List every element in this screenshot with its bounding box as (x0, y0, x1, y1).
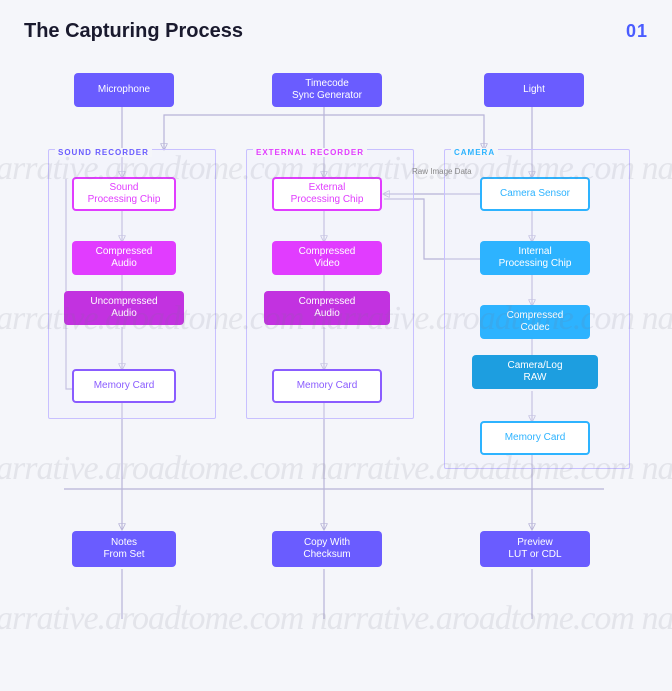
node-camera-sensor: Camera Sensor (480, 177, 590, 211)
node-notes-from-set: Notes From Set (72, 531, 176, 567)
node-compressed-codec: Compressed Codec (480, 305, 590, 339)
node-sound-memory: Memory Card (72, 369, 176, 403)
node-preview-lut: Preview LUT or CDL (480, 531, 590, 567)
node-external-memory: Memory Card (272, 369, 382, 403)
node-compressed-audio: Compressed Audio (72, 241, 176, 275)
node-uncompressed-audio: Uncompressed Audio (64, 291, 184, 325)
page-number: 01 (626, 21, 648, 42)
node-compressed-video: Compressed Video (272, 241, 382, 275)
group-label-camera: CAMERA (451, 148, 498, 157)
node-sound-proc-chip: Sound Processing Chip (72, 177, 176, 211)
diagram-canvas: Microphone Timecode Sync Generator Light… (24, 59, 648, 659)
label-raw-image-data: Raw Image Data (412, 167, 472, 176)
group-label-sound: SOUND RECORDER (55, 148, 152, 157)
node-ext-compressed-audio: Compressed Audio (264, 291, 390, 325)
node-microphone: Microphone (74, 73, 174, 107)
node-timecode: Timecode Sync Generator (272, 73, 382, 107)
node-camera-memory: Memory Card (480, 421, 590, 455)
group-label-external: EXTERNAL RECORDER (253, 148, 367, 157)
node-camera-raw: Camera/Log RAW (472, 355, 598, 389)
page-title: The Capturing Process (24, 20, 243, 43)
node-internal-proc-chip: Internal Processing Chip (480, 241, 590, 275)
node-copy-checksum: Copy With Checksum (272, 531, 382, 567)
node-external-proc-chip: External Processing Chip (272, 177, 382, 211)
node-light: Light (484, 73, 584, 107)
